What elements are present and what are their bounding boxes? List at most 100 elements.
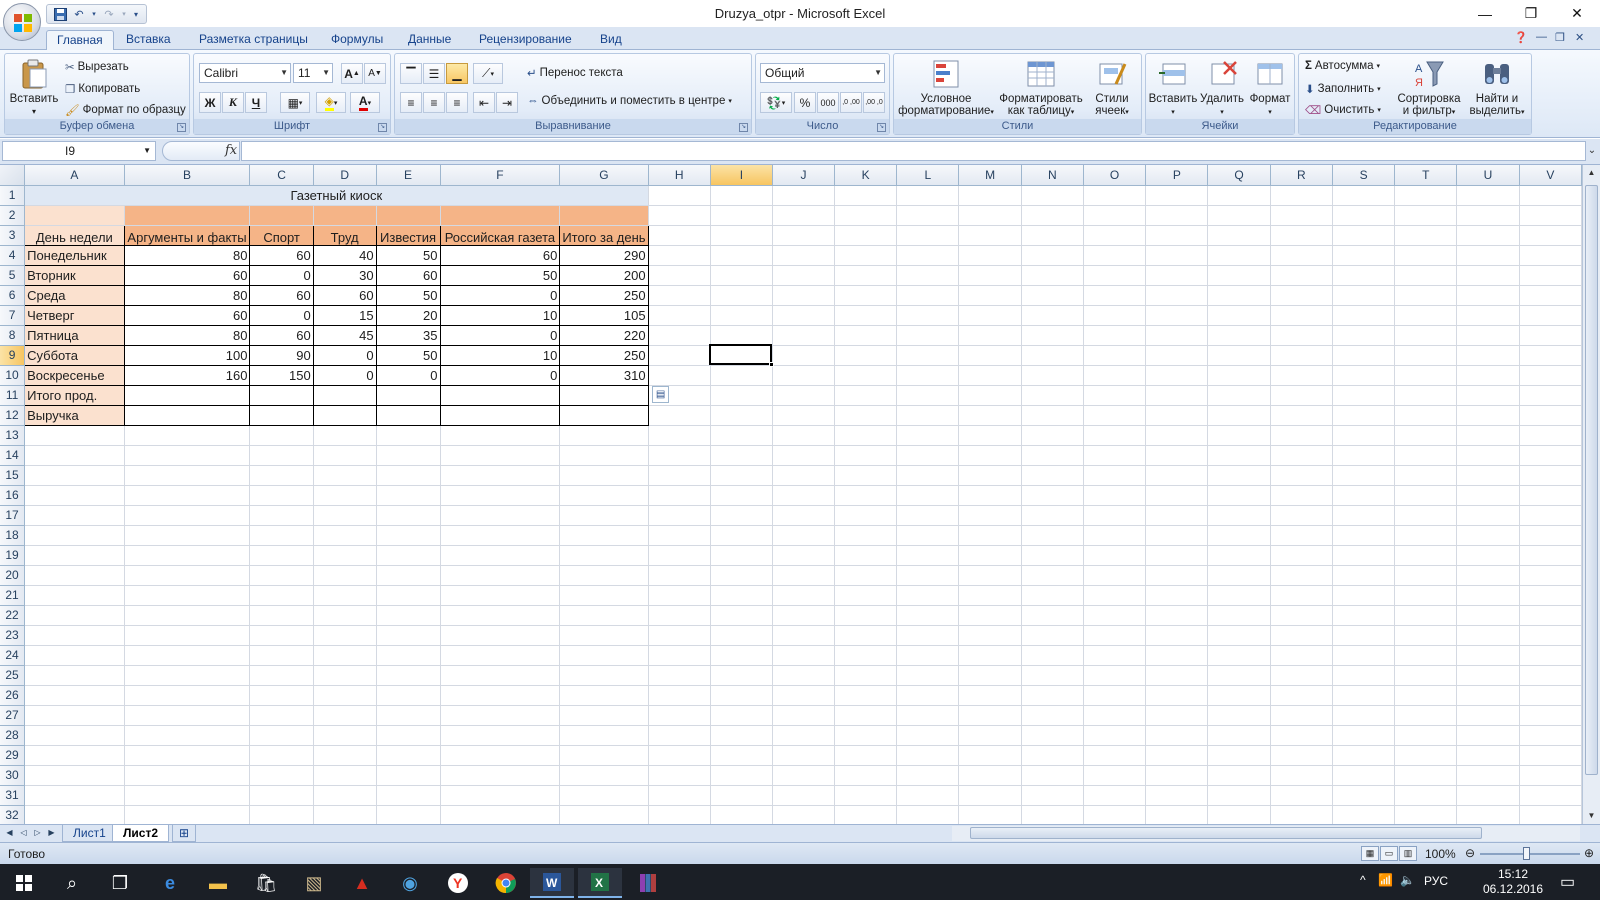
cell-g28[interactable] bbox=[559, 725, 649, 746]
cell-j31[interactable] bbox=[772, 785, 836, 806]
cell-d5[interactable]: 30 bbox=[312, 264, 377, 286]
cell-l23[interactable] bbox=[896, 625, 960, 646]
cell-t21[interactable] bbox=[1394, 585, 1458, 606]
cell-t32[interactable] bbox=[1394, 805, 1458, 824]
cell-r28[interactable] bbox=[1270, 725, 1333, 746]
cell-a15[interactable] bbox=[24, 465, 125, 486]
cell-o5[interactable] bbox=[1083, 265, 1147, 286]
cell-g21[interactable] bbox=[559, 585, 649, 606]
cell-g18[interactable] bbox=[559, 525, 649, 546]
cell-u16[interactable] bbox=[1456, 485, 1520, 506]
cell-p23[interactable] bbox=[1145, 625, 1209, 646]
cell-h26[interactable] bbox=[648, 685, 711, 706]
cell-k11[interactable] bbox=[834, 385, 898, 406]
italic-button[interactable]: К bbox=[222, 92, 244, 113]
cell-k23[interactable] bbox=[834, 625, 898, 646]
cell-n29[interactable] bbox=[1021, 745, 1084, 766]
first-sheet-icon[interactable]: ◀ bbox=[3, 826, 16, 840]
cell-i20[interactable] bbox=[710, 565, 773, 586]
cell-n3[interactable] bbox=[1021, 225, 1084, 246]
cell-s28[interactable] bbox=[1332, 725, 1396, 746]
cell-r26[interactable] bbox=[1270, 685, 1333, 706]
cell-a6[interactable]: Среда bbox=[24, 284, 125, 306]
cell-l5[interactable] bbox=[896, 265, 960, 286]
cell-e27[interactable] bbox=[376, 705, 441, 726]
cell-v5[interactable] bbox=[1519, 265, 1582, 286]
cell-q22[interactable] bbox=[1207, 605, 1271, 626]
file-explorer-icon[interactable]: ▬ bbox=[196, 868, 240, 898]
cell-d14[interactable] bbox=[313, 445, 377, 466]
cell-l1[interactable] bbox=[896, 185, 960, 206]
cell-q7[interactable] bbox=[1207, 305, 1271, 326]
format-painter-button[interactable]: 🖌 Формат по образцу bbox=[65, 103, 186, 117]
cell-d23[interactable] bbox=[313, 625, 377, 646]
column-header-i[interactable]: I bbox=[710, 165, 773, 186]
cell-g25[interactable] bbox=[559, 665, 649, 686]
search-icon[interactable]: ⌕ bbox=[50, 868, 94, 898]
cell-v17[interactable] bbox=[1519, 505, 1582, 526]
cell-i8[interactable] bbox=[710, 325, 773, 346]
cell-f12[interactable] bbox=[439, 404, 561, 426]
tab-insert[interactable]: Вставка bbox=[116, 30, 181, 51]
cell-s18[interactable] bbox=[1332, 525, 1396, 546]
cell-l17[interactable] bbox=[896, 505, 960, 526]
cell-m1[interactable] bbox=[958, 185, 1022, 206]
cell-c7[interactable]: 0 bbox=[249, 304, 314, 326]
cell-a21[interactable] bbox=[24, 585, 125, 606]
cell-t1[interactable] bbox=[1394, 185, 1458, 206]
office-button[interactable] bbox=[3, 3, 41, 41]
cell-v4[interactable] bbox=[1519, 245, 1582, 266]
cell-g24[interactable] bbox=[559, 645, 649, 666]
cell-c31[interactable] bbox=[249, 785, 314, 806]
cell-f26[interactable] bbox=[440, 685, 561, 706]
cell-t28[interactable] bbox=[1394, 725, 1458, 746]
cell-n24[interactable] bbox=[1021, 645, 1084, 666]
cell-k3[interactable] bbox=[834, 225, 898, 246]
cell-m13[interactable] bbox=[958, 425, 1022, 446]
cell-o11[interactable] bbox=[1083, 385, 1147, 406]
cell-styles-button[interactable]: Стили ячеек▾ bbox=[1084, 58, 1140, 119]
cell-p13[interactable] bbox=[1145, 425, 1209, 446]
cell-r12[interactable] bbox=[1270, 405, 1333, 426]
cell-d31[interactable] bbox=[313, 785, 377, 806]
column-title[interactable]: Известия bbox=[375, 224, 441, 246]
cell-r7[interactable] bbox=[1270, 305, 1333, 326]
cell-b14[interactable] bbox=[124, 445, 251, 466]
cell-d29[interactable] bbox=[313, 745, 377, 766]
cell-n28[interactable] bbox=[1021, 725, 1084, 746]
cell-q24[interactable] bbox=[1207, 645, 1271, 666]
notifications-icon[interactable]: ▭ bbox=[1560, 872, 1575, 892]
align-right-button[interactable]: ≡ bbox=[446, 92, 468, 113]
cell-e20[interactable] bbox=[376, 565, 441, 586]
cell-j13[interactable] bbox=[772, 425, 836, 446]
cell-c11[interactable] bbox=[249, 384, 314, 406]
winrar-icon[interactable] bbox=[626, 868, 670, 898]
cell-q20[interactable] bbox=[1207, 565, 1271, 586]
font-size-select[interactable]: 11 ▼ bbox=[293, 63, 333, 83]
format-as-table-button[interactable]: Форматировать как таблицу▾ bbox=[996, 58, 1086, 119]
cell-b22[interactable] bbox=[124, 605, 251, 626]
cell-m10[interactable] bbox=[958, 365, 1022, 386]
cell-n15[interactable] bbox=[1021, 465, 1084, 486]
excel-icon[interactable]: X bbox=[578, 868, 622, 898]
cell-a30[interactable] bbox=[24, 765, 125, 786]
cell-m28[interactable] bbox=[958, 725, 1022, 746]
cell-h24[interactable] bbox=[648, 645, 711, 666]
cell-j32[interactable] bbox=[772, 805, 836, 824]
cell-p1[interactable] bbox=[1145, 185, 1209, 206]
cell-t3[interactable] bbox=[1394, 225, 1458, 246]
cell-e25[interactable] bbox=[376, 665, 441, 686]
cell-j11[interactable] bbox=[772, 385, 836, 406]
font-launcher-icon[interactable]: ↘ bbox=[378, 123, 387, 132]
cell-a20[interactable] bbox=[24, 565, 125, 586]
cell-c27[interactable] bbox=[249, 705, 314, 726]
vertical-scroll-thumb[interactable] bbox=[1585, 185, 1598, 775]
cell-q4[interactable] bbox=[1207, 245, 1271, 266]
cell-t31[interactable] bbox=[1394, 785, 1458, 806]
cell-u27[interactable] bbox=[1456, 705, 1520, 726]
cell-r8[interactable] bbox=[1270, 325, 1333, 346]
cell-m31[interactable] bbox=[958, 785, 1022, 806]
row-header[interactable]: 29 bbox=[0, 745, 26, 766]
row-header[interactable]: 9 bbox=[0, 345, 26, 366]
cell-i13[interactable] bbox=[710, 425, 773, 446]
